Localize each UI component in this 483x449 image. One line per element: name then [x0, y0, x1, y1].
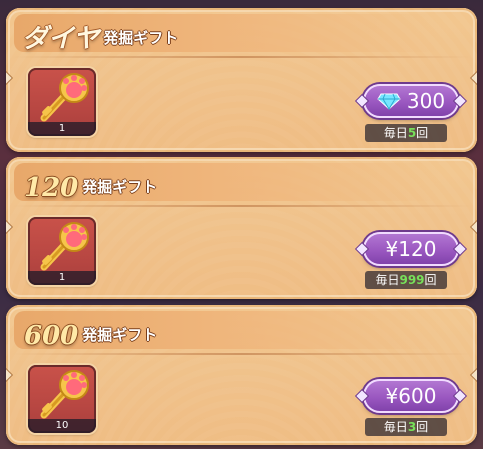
daily-limit-suffix: 回 [424, 273, 437, 287]
paw-key-icon [40, 73, 89, 122]
offer-card-diamond: ダイヤ 発掘ギフト 1 300 毎日5回 [6, 8, 477, 152]
buy-600-button[interactable]: ¥600 [363, 379, 459, 413]
offer-card-120: 120 発掘ギフト 1 ¥120 毎日999回 [6, 157, 477, 299]
reward-item-slot[interactable]: 10 [28, 365, 96, 433]
reward-item-slot[interactable]: 1 [28, 68, 96, 136]
left-edge-ornament [6, 72, 12, 84]
offer-card-600: 600 発掘ギフト 10 ¥600 毎日3回 [6, 305, 477, 445]
daily-limit-prefix: 毎日 [383, 126, 408, 140]
offer-title-banner: 120 発掘ギフト [14, 163, 444, 201]
paw-key-icon [40, 222, 89, 271]
diamond-icon [377, 93, 401, 110]
daily-limit-value: 3 [407, 420, 417, 434]
daily-limit: 毎日999回 [365, 271, 447, 289]
paw-key-icon [40, 370, 89, 419]
right-edge-ornament [471, 221, 477, 233]
daily-limit-suffix: 回 [416, 420, 429, 434]
left-edge-ornament [6, 369, 12, 381]
daily-limit-value: 999 [399, 273, 425, 287]
title-divider [12, 353, 471, 355]
price-label: ¥120 [385, 237, 437, 261]
offer-title-sub: 発掘ギフト [82, 326, 158, 344]
buy-with-diamond-button[interactable]: 300 [363, 84, 459, 118]
daily-limit-prefix: 毎日 [375, 273, 400, 287]
daily-limit-value: 5 [407, 126, 417, 140]
offer-title-main: ダイヤ [22, 24, 100, 54]
reward-item-slot[interactable]: 1 [28, 217, 96, 285]
daily-limit: 毎日5回 [365, 124, 447, 142]
buy-120-button[interactable]: ¥120 [363, 232, 459, 266]
reward-item-count: 1 [28, 122, 96, 136]
right-edge-ornament [471, 369, 477, 381]
offer-title-banner: ダイヤ 発掘ギフト [14, 14, 444, 52]
daily-limit: 毎日3回 [365, 418, 447, 436]
title-divider [12, 205, 471, 207]
reward-item-count: 10 [28, 419, 96, 433]
left-edge-ornament [6, 221, 12, 233]
daily-limit-suffix: 回 [416, 126, 429, 140]
title-divider [12, 56, 471, 58]
offer-title-main: 600 [24, 321, 79, 351]
reward-item-count: 1 [28, 271, 96, 285]
right-edge-ornament [471, 72, 477, 84]
offer-title-sub: 発掘ギフト [82, 178, 158, 196]
offer-title-banner: 600 発掘ギフト [14, 311, 444, 349]
daily-limit-prefix: 毎日 [383, 420, 408, 434]
price-label: 300 [406, 89, 446, 113]
offer-title-sub: 発掘ギフト [103, 29, 179, 47]
price-label: ¥600 [385, 384, 437, 408]
offer-title-main: 120 [24, 173, 79, 203]
